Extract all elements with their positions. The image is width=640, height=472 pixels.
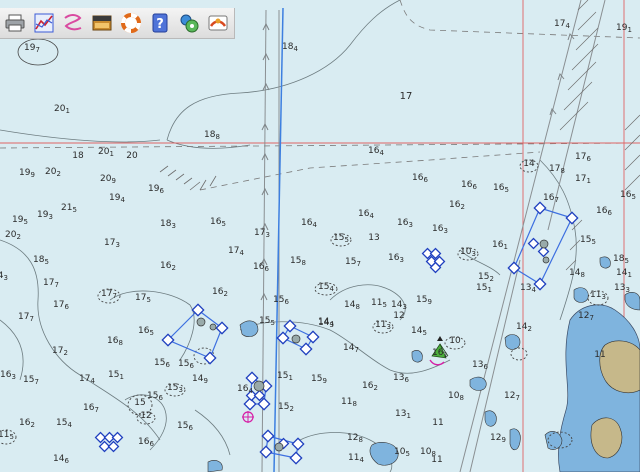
lifebuoy-button[interactable] xyxy=(118,10,144,36)
chart-toolbar: ? xyxy=(0,8,235,39)
sounding-label: 11 xyxy=(432,418,443,428)
circled-depth-label: 13 xyxy=(368,233,379,243)
circled-depth-label: 14 xyxy=(523,159,535,169)
layers-icon xyxy=(92,15,112,31)
help-icon: ? xyxy=(152,13,168,33)
chart-graph-icon xyxy=(34,13,54,33)
settings-button[interactable] xyxy=(176,10,202,36)
circled-depth-label: 15 xyxy=(134,398,145,408)
circled-depth-label: 12 xyxy=(140,411,151,421)
help-button[interactable]: ? xyxy=(147,10,173,36)
settings-globe-icon xyxy=(180,14,199,33)
sounding-label: 18 xyxy=(72,151,84,161)
sounding-label: 17 xyxy=(400,91,413,102)
print-button[interactable] xyxy=(2,10,28,36)
sounding-label: 11 xyxy=(431,455,442,465)
rescue-button[interactable] xyxy=(205,10,231,36)
layers-button[interactable] xyxy=(89,10,115,36)
nautical-chart-view[interactable]: 197 201 184 17 174 191 188 164 18 201 20 199 202 209 1… xyxy=(0,0,640,472)
sounding-label: 11 xyxy=(594,350,605,360)
sea-area xyxy=(0,0,640,472)
route-curve-button[interactable] xyxy=(60,10,86,36)
route-chart-button[interactable] xyxy=(31,10,57,36)
sounding-label: 12 xyxy=(393,311,404,321)
svg-text:?: ? xyxy=(156,17,164,32)
circled-depth-label: 10 xyxy=(449,336,461,346)
sounding-label: 20 xyxy=(126,151,138,161)
rescue-icon xyxy=(208,15,228,31)
printer-icon xyxy=(5,14,25,32)
curve-icon xyxy=(64,14,82,31)
lifebuoy-icon xyxy=(121,13,141,33)
chart-canvas[interactable]: 19720118417174 19118816418 201 20199 202 2091… xyxy=(0,0,640,472)
